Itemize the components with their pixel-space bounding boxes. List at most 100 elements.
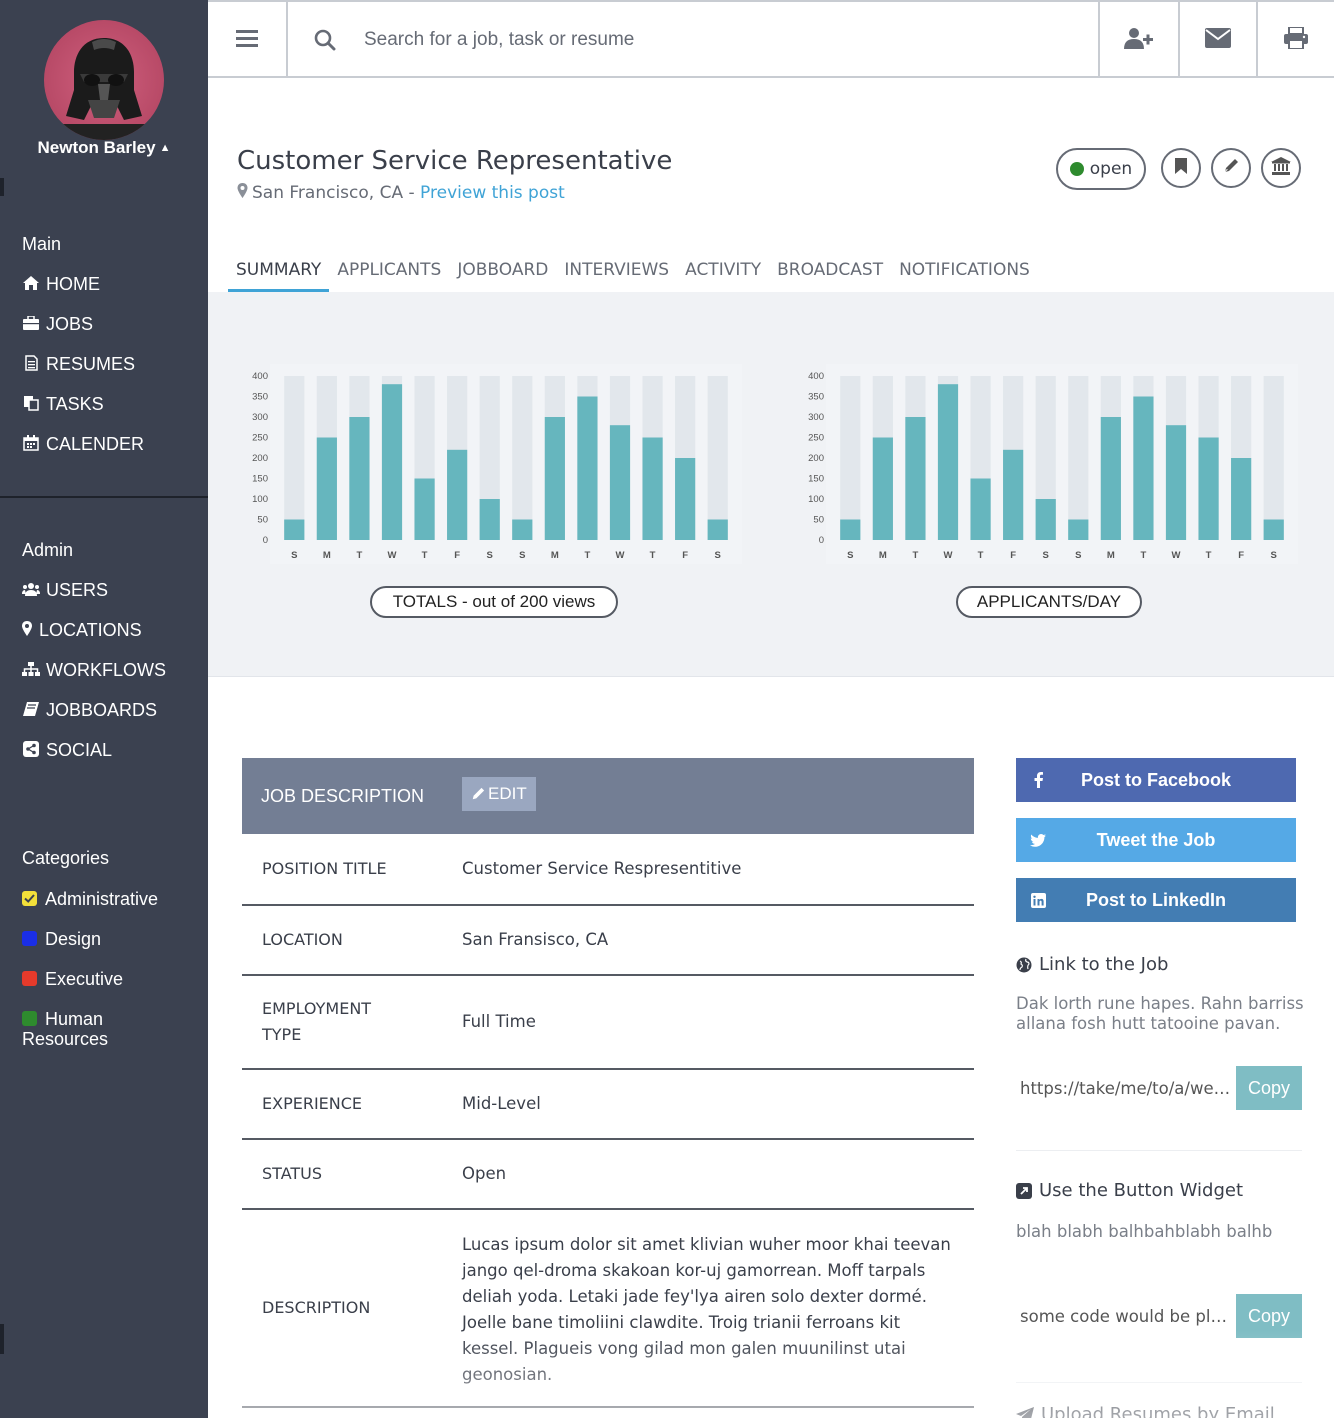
category-label: Administrative [45, 889, 159, 909]
tab-notifications[interactable]: NOTIFICATIONS [891, 258, 1038, 292]
menu-button[interactable] [208, 2, 288, 78]
y-tick-label: 350 [808, 392, 824, 403]
bar [512, 519, 533, 540]
institution-button[interactable] [1261, 148, 1301, 188]
divider [1016, 1150, 1302, 1151]
sidebar-item-jobs[interactable]: JOBS [22, 314, 93, 335]
x-tick-label: M [879, 550, 887, 561]
status-badge[interactable]: open [1056, 148, 1146, 190]
share-label: Tweet the Job [1096, 829, 1216, 850]
table-row: LOCATION San Fransisco, CA [242, 906, 974, 976]
sidebar-item-users[interactable]: USERS [22, 580, 108, 601]
tab-broadcast[interactable]: BROADCAST [769, 258, 891, 292]
bar [1263, 519, 1284, 540]
bar [544, 417, 565, 540]
x-tick-label: S [847, 550, 853, 561]
post-to-facebook-button[interactable]: Post to Facebook [1016, 758, 1296, 802]
copy-link-button[interactable]: Copy [1236, 1066, 1302, 1110]
preview-post-link[interactable]: Preview this post [420, 183, 565, 203]
widget-code-field[interactable] [1016, 1294, 1236, 1338]
x-tick-label: T [978, 550, 984, 561]
category-executive[interactable]: Executive [22, 969, 123, 989]
bar [905, 417, 926, 540]
map-marker-icon [237, 183, 248, 203]
bar [1133, 396, 1154, 540]
x-tick-label: F [682, 550, 688, 561]
tweet-job-button[interactable]: Tweet the Job [1016, 818, 1296, 862]
checkbox-checked-icon [22, 891, 37, 906]
avatar[interactable] [44, 20, 164, 140]
job-link-field[interactable] [1016, 1066, 1236, 1110]
sidebar-item-label: TASKS [46, 394, 104, 414]
search-input[interactable] [364, 29, 1064, 51]
tab-applicants[interactable]: APPLICANTS [329, 258, 449, 292]
copy-code-button[interactable]: Copy [1236, 1294, 1302, 1338]
upload-section-title-text: Upload Resumes by Email [1041, 1404, 1275, 1418]
category-label: Executive [45, 969, 124, 989]
post-to-linkedin-button[interactable]: Post to LinkedIn [1016, 878, 1296, 922]
bar [381, 384, 403, 540]
x-tick-label: W [944, 550, 953, 561]
sidebar-item-home[interactable]: HOME [22, 274, 100, 295]
y-tick-label: 100 [808, 494, 824, 505]
sidebar-item-label: SOCIAL [46, 740, 113, 760]
job-description-table: JOB DESCRIPTION EDIT POSITION TITLE Cust… [242, 758, 974, 1408]
top-bar [208, 0, 1334, 78]
tab-jobboard[interactable]: JOBBOARD [449, 258, 556, 292]
sidebar-item-tasks[interactable]: TASKS [22, 394, 104, 415]
edit-description-button[interactable]: EDIT [462, 777, 536, 811]
x-tick-label: S [715, 550, 721, 561]
category-design[interactable]: Design [22, 929, 101, 949]
bar [1100, 417, 1121, 540]
divider [1016, 1382, 1302, 1383]
status-label: open [1089, 159, 1133, 179]
y-tick-label: 150 [808, 474, 824, 485]
search-icon[interactable] [314, 29, 336, 51]
sidebar-item-jobboards[interactable]: JOBBOARDS [22, 700, 157, 721]
job-description-title: JOB DESCRIPTION [261, 785, 425, 806]
sidebar-item-social[interactable]: SOCIAL [22, 740, 112, 761]
tab-interviews[interactable]: INTERVIEWS [556, 258, 677, 292]
user-menu[interactable]: Newton Barley ▲ [0, 138, 208, 158]
user-name: Newton Barley [37, 138, 156, 157]
chart-panel [270, 364, 742, 564]
bookmark-button[interactable] [1161, 148, 1201, 188]
bar-track [840, 376, 861, 540]
x-tick-label: T [1206, 550, 1212, 561]
totals-bar-chart: 0 50 100 150 200 250 300 350 400 S M T W T F S S M T W T F S [252, 364, 742, 564]
tab-bar: SUMMARY APPLICANTS JOBBOARD INTERVIEWS A… [228, 258, 1038, 292]
row-value: Mid-Level [462, 1094, 541, 1113]
bar-track [284, 376, 305, 540]
sidebar-item-calender[interactable]: CALENDER [22, 434, 144, 455]
mail-button[interactable] [1178, 2, 1256, 78]
status-dot-icon [1069, 162, 1084, 176]
row-key: EXPERIENCE [262, 1094, 363, 1113]
y-tick-label: 100 [252, 494, 268, 505]
chart-title-totals[interactable]: TOTALS - out of 200 views [370, 586, 618, 618]
widget-section-title-text: Use the Button Widget [1039, 1180, 1244, 1201]
users-icon [22, 582, 40, 600]
calendar-icon [22, 434, 40, 455]
print-button[interactable] [1256, 2, 1334, 78]
category-human-resources[interactable]: Human Resources [22, 1009, 108, 1049]
pencil-icon [471, 787, 485, 801]
row-key: DESCRIPTION [262, 1298, 371, 1317]
row-key: LOCATION [262, 930, 343, 949]
chart-title-applicants[interactable]: APPLICANTS/DAY [956, 586, 1142, 618]
category-administrative[interactable]: Administrative [22, 889, 158, 909]
table-row: POSITION TITLE Customer Service Resprese… [242, 834, 974, 906]
sidebar-item-label: USERS [46, 580, 109, 600]
sidebar-item-locations[interactable]: LOCATIONS [22, 620, 142, 641]
y-tick-label: 150 [252, 474, 268, 485]
search-bar [288, 2, 1098, 78]
sidebar-item-workflows[interactable]: WORKFLOWS [22, 660, 166, 681]
sidebar-item-resumes[interactable]: RESUMES [22, 354, 135, 375]
table-row: EMPLOYMENT TYPE Full Time [242, 976, 974, 1070]
tab-activity[interactable]: ACTIVITY [677, 258, 769, 292]
add-user-button[interactable] [1098, 2, 1178, 78]
category-color-swatch [22, 931, 37, 946]
sidebar-item-label: CALENDER [46, 434, 145, 454]
tab-summary[interactable]: SUMMARY [228, 258, 330, 292]
applicants-per-day-bar-chart: 0 50 100 150 200 250 300 350 400 S M T W T F S S M T W T F S [808, 364, 1298, 564]
edit-button[interactable] [1211, 148, 1251, 188]
